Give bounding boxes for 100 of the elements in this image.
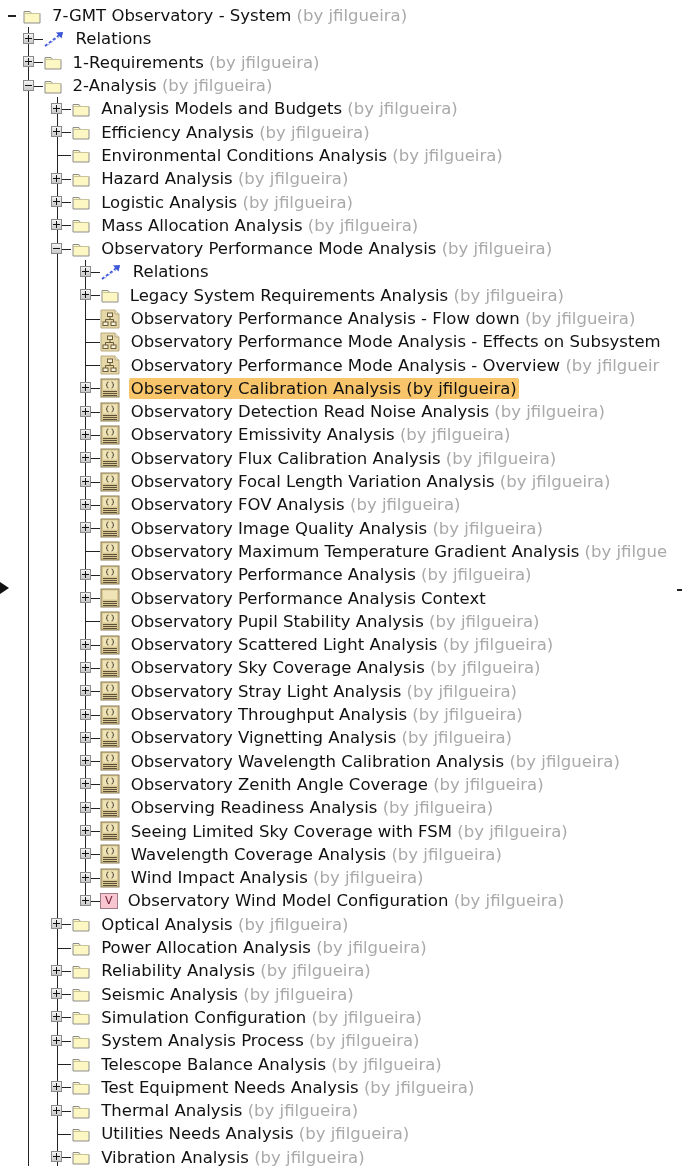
tree-item[interactable]: Observatory Throughput Analysis (by jfilgueira) [128,704,525,726]
tree-item[interactable]: Observatory Performance Mode Analysis - Effects on Subsystem [128,331,663,353]
tree-item[interactable]: Wavelength Coverage Analysis (by jfilgueira) [128,843,504,865]
splitter-mark [677,589,682,591]
tree-item[interactable]: Observatory Calibration Analysis (by jfilgueira) [128,377,519,399]
expand-icon[interactable] [79,825,91,837]
tree-item[interactable]: Observatory Performance Mode Analysis - Overview (by jfilgueir [128,354,662,376]
collapse-icon[interactable] [22,79,34,91]
expand-arrow-icon[interactable] [0,582,9,594]
tree-item[interactable]: Utilities Needs Analysis (by jfilgueira) [99,1123,412,1145]
tree-item[interactable]: 2-Analysis (by jfilgueira) [70,75,275,97]
tree-item[interactable]: Vibration Analysis (by jfilgueira) [99,1146,367,1166]
expand-icon[interactable] [51,219,63,231]
expand-icon[interactable] [51,1151,63,1163]
tree-item[interactable]: Observatory Stray Light Analysis (by jfilgueira) [128,680,519,702]
tree-item[interactable]: Test Equipment Needs Analysis (by jfilgueira) [99,1076,477,1098]
tree-item[interactable]: Thermal Analysis (by jfilgueira) [99,1100,361,1122]
expand-icon[interactable] [79,638,91,650]
expand-icon[interactable] [79,522,91,534]
expand-icon[interactable] [79,731,91,743]
tree-item[interactable]: Logistic Analysis (by jfilgueira) [99,191,355,213]
expand-icon[interactable] [51,102,63,114]
tree-item[interactable]: Observatory Pupil Stability Analysis (by jfilgueira) [128,610,542,632]
expand-icon[interactable] [79,265,91,277]
expand-icon[interactable] [51,172,63,184]
tree-item[interactable]: Observatory Scattered Light Analysis (by jfilgueira) [128,634,556,656]
expand-icon[interactable] [79,289,91,301]
expand-icon[interactable] [51,196,63,207]
tree-item[interactable]: Observatory FOV Analysis (by jfilgueira) [128,494,463,516]
tree-item[interactable]: Efficiency Analysis (by jfilgueira) [99,121,372,143]
expand-icon[interactable] [79,685,91,697]
tree-item[interactable]: Observatory Wind Model Configuration (by jfilgueira) [125,890,567,912]
tree-item[interactable]: 7-GMT Observatory - System (by jfilgueira) [50,5,410,27]
collapse-icon[interactable] [8,14,16,17]
tree-item[interactable]: Seismic Analysis (by jfilgueira) [99,983,356,1005]
tree-item[interactable]: Observatory Sky Coverage Analysis (by jfilgueira) [128,657,543,679]
tree-item[interactable]: Power Allocation Analysis (by jfilgueira) [99,937,429,958]
tree-item[interactable]: Observatory Emissivity Analysis (by jfilgueira) [128,424,513,446]
tree-item[interactable]: Observatory Maximum Temperature Gradient Analysis (by jfilgue [128,540,670,562]
expand-icon[interactable] [79,894,91,906]
tree-item[interactable]: Reliability Analysis (by jfilgueira) [99,960,373,982]
tree-item[interactable]: Observatory Performance Mode Analysis (by jfilgueira) [99,238,555,260]
tree-item[interactable]: Seeing Limited Sky Coverage with FSM (by jfilgueira) [128,820,570,842]
expand-icon[interactable] [79,405,91,417]
tree-item[interactable]: Environmental Conditions Analysis (by jfilgueira) [99,144,505,166]
expand-icon[interactable] [79,498,91,510]
tree-item[interactable]: Analysis Models and Budgets (by jfilgueira) [99,98,460,120]
tree-item[interactable]: Relations [73,28,154,50]
expand-icon[interactable] [79,801,91,813]
tree-item[interactable]: Hazard Analysis (by jfilgueira) [99,168,351,190]
expand-icon[interactable] [51,988,63,1000]
tree-item[interactable]: Observatory Image Quality Analysis (by jfilgueira) [128,517,545,539]
tree-item[interactable]: Observatory Performance Analysis (by jfilgueira) [128,564,534,586]
expand-icon[interactable] [79,755,91,767]
tree-item[interactable]: Observatory Focal Length Variation Analysis (by jfilgueira) [128,471,613,493]
tree-item[interactable]: Observatory Performance Analysis - Flow down (by jfilgueira) [128,308,638,329]
expand-icon[interactable] [79,452,91,464]
tree-item[interactable]: System Analysis Process (by jfilgueira) [99,1030,422,1052]
expand-icon[interactable] [22,32,34,44]
tree-item[interactable]: Observatory Detection Read Noise Analysis (by jfilgueira) [128,401,607,423]
tree-item[interactable]: Observatory Wavelength Calibration Analysis (by jfilgueira) [128,750,622,772]
expand-icon[interactable] [51,126,63,138]
expand-icon[interactable] [79,778,91,790]
expand-icon[interactable] [79,848,91,860]
collapse-icon[interactable] [51,242,63,254]
expand-icon[interactable] [79,592,91,604]
expand-icon[interactable] [79,382,91,394]
expand-icon[interactable] [51,964,63,976]
expand-icon[interactable] [79,708,91,720]
block-icon [99,425,120,445]
tree-item[interactable]: Telescope Balance Analysis (by jfilgueira) [99,1053,444,1075]
tree-item[interactable]: Observing Readiness Analysis (by jfilgueira) [128,797,496,819]
folder-icon [72,147,91,164]
expand-icon[interactable] [51,1011,63,1023]
expand-icon[interactable] [79,661,91,673]
block-icon [99,797,120,818]
expand-icon[interactable] [79,429,91,440]
tree-item[interactable]: 1-Requirements (by jfilgueira) [70,51,322,73]
expand-icon[interactable] [79,475,91,487]
tree-item[interactable]: Relations [130,261,211,283]
block-icon [99,378,120,399]
tree-item[interactable]: Mass Allocation Analysis (by jfilgueira) [99,214,421,236]
expand-icon[interactable] [22,56,34,68]
tree-item[interactable]: Legacy System Requirements Analysis (by jfilgueira) [127,284,566,306]
expand-icon[interactable] [79,871,91,883]
tree-item[interactable]: Observatory Flux Calibration Analysis (by jfilgueira) [128,447,559,469]
expand-icon[interactable] [79,568,91,580]
tree-item[interactable]: Observatory Performance Analysis Context [128,587,488,609]
expand-icon[interactable] [51,1104,63,1116]
tree-item[interactable]: Wind Impact Analysis (by jfilgueira) [128,867,426,889]
tree-item[interactable]: Observatory Zenith Angle Coverage (by jfilgueira) [128,773,546,795]
tree-item[interactable]: Optical Analysis (by jfilgueira) [99,913,351,935]
block-icon [99,657,120,678]
diagram-icon [99,355,120,376]
tree-item[interactable]: Simulation Configuration (by jfilgueira) [99,1006,424,1028]
tree-item[interactable]: Observatory Vignetting Analysis (by jfilgueira) [128,727,514,749]
folder-icon [72,986,91,1003]
expand-icon[interactable] [51,1081,63,1093]
expand-icon[interactable] [51,1034,63,1046]
expand-icon[interactable] [51,918,63,930]
